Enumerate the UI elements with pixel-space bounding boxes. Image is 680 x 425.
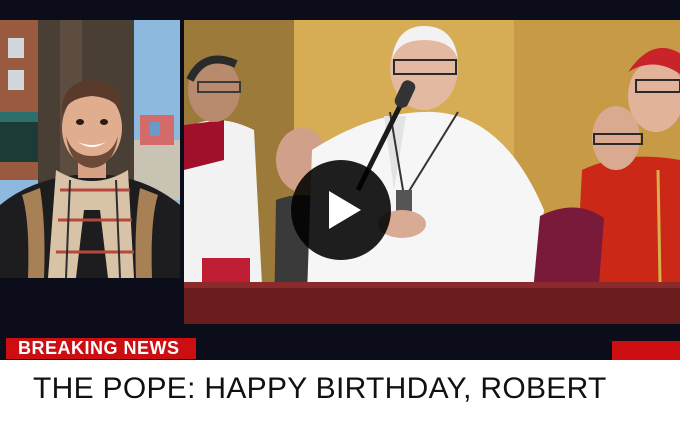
inset-video-feed: [0, 20, 180, 278]
play-icon: [329, 191, 361, 229]
video-player[interactable]: BREAKING NEWS THE POPE: HAPPY BIRTHDAY, …: [0, 0, 680, 425]
main-video-feed: [184, 20, 680, 324]
inset-scene-image: [0, 20, 180, 278]
breaking-news-tag: BREAKING NEWS: [6, 338, 196, 359]
headline-text: THE POPE: HAPPY BIRTHDAY, ROBERT: [33, 372, 607, 405]
main-scene-image: [184, 20, 680, 324]
play-button[interactable]: [291, 160, 391, 260]
banner-accent-bar: [612, 341, 680, 360]
